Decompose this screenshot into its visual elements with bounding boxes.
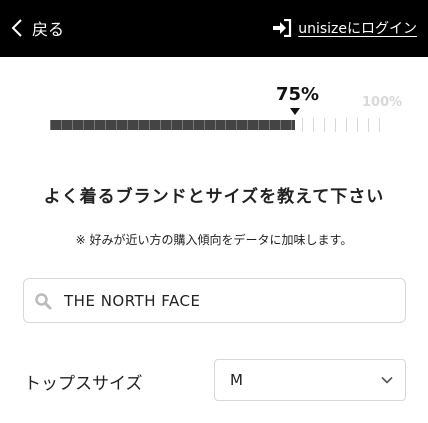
login-link[interactable]: unisizeにログイン <box>272 16 417 40</box>
back-label: 戻る <box>32 20 65 39</box>
brand-search-box[interactable] <box>23 278 406 323</box>
search-icon <box>35 292 52 309</box>
info-note: ※ 好みが近い方の購入傾向をデータに加味します。 <box>75 233 353 247</box>
tops-size-value: M <box>230 371 243 389</box>
tops-size-label: トップスサイズ <box>24 374 143 394</box>
page-heading: よく着るブランドとサイズを教えて下さい <box>43 187 385 207</box>
progress-max-label: 100% <box>362 95 403 110</box>
back-button[interactable]: 戻る <box>10 16 64 40</box>
progress-indicator: 75% 100% <box>50 84 402 136</box>
chevron-down-icon <box>381 376 393 384</box>
login-arrow-icon <box>273 19 292 37</box>
progress-current-label: 75% <box>276 84 320 105</box>
tops-size-select[interactable]: M <box>214 359 406 401</box>
app-header: 戻る unisizeにログイン <box>0 0 428 57</box>
progress-bar <box>50 118 380 132</box>
chevron-left-icon <box>11 19 22 37</box>
login-label: unisizeにログイン <box>298 21 417 37</box>
brand-search-input[interactable] <box>64 291 384 310</box>
progress-marker <box>290 108 300 115</box>
